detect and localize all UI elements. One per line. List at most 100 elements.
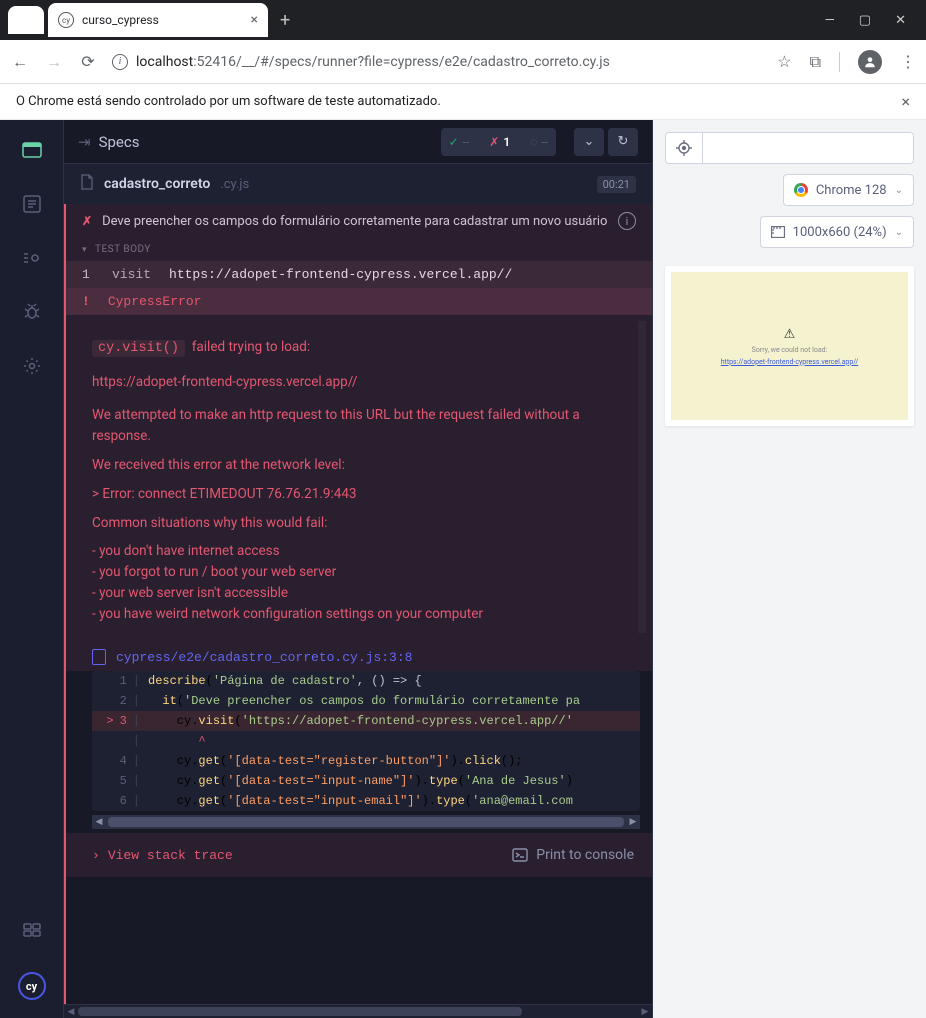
- tab-spacer: [8, 6, 44, 34]
- error-footer: › View stack trace Print to console: [66, 833, 652, 877]
- code-block: 1| describe('Página de cadastro', () => …: [92, 671, 640, 811]
- reporter-header: ⇥ Specs ✓-- ✗1 ◌-- ⌄ ↻: [64, 120, 652, 164]
- file-icon: [80, 174, 94, 194]
- aut-url-input[interactable]: [703, 132, 914, 164]
- close-window-button[interactable]: ✕: [895, 13, 906, 28]
- cmd-url: https://adopet-frontend-cypress.vercel.a…: [169, 267, 512, 282]
- code-hscrollbar[interactable]: ◀ ▶: [92, 815, 640, 829]
- chevron-right-icon: ›: [92, 848, 100, 863]
- code-line-caret: | ^: [92, 731, 640, 751]
- reporter-hscrollbar[interactable]: ◀ ▶: [64, 1004, 652, 1018]
- error-block: cy.visit() failed trying to load: https:…: [66, 315, 652, 639]
- command-row[interactable]: 1 visit https://adopet-frontend-cypress.…: [66, 261, 652, 288]
- err-p4: Common situations why this would fail:: [92, 513, 636, 534]
- address-bar[interactable]: i localhost:52416/__/#/specs/runner?file…: [112, 54, 763, 70]
- browser-toolbar: ← → ⟳ i localhost:52416/__/#/specs/runne…: [0, 40, 926, 84]
- err-b2: - you forgot to run / boot your web serv…: [92, 562, 636, 583]
- aut-error-link[interactable]: https://adopet-frontend-cypress.vercel.a…: [721, 358, 859, 366]
- toolbar-right: ☆ ⧉ ⋮: [777, 50, 916, 74]
- back-button[interactable]: ←: [10, 52, 30, 72]
- err-b3: - your web server isn't accessible: [92, 583, 636, 604]
- code-line-2: 2| it('Deve preencher os campos do formu…: [92, 691, 640, 711]
- sidebar-specs-icon[interactable]: [20, 138, 44, 162]
- window-controls: — ▢ ✕: [825, 13, 918, 28]
- cypress-favicon-icon: cy: [58, 12, 74, 28]
- code-line-6: 6| cy.get('[data-test="input-email"]').t…: [92, 791, 640, 811]
- err-b4: - you have weird network configuration s…: [92, 604, 636, 625]
- chevron-down-icon: ⌄: [895, 227, 903, 238]
- ruler-icon: [771, 226, 785, 238]
- help-icon[interactable]: i: [618, 212, 636, 230]
- maximize-button[interactable]: ▢: [859, 13, 871, 28]
- aut-panel: Chrome 128 ⌄ 1000x660 (24%) ⌄ ⚠ Sorry, w…: [653, 120, 926, 1018]
- err-line1: failed trying to load:: [192, 339, 310, 355]
- bookmark-icon[interactable]: ☆: [777, 52, 791, 71]
- scroll-thumb[interactable]: [78, 1007, 522, 1016]
- chrome-icon: [794, 183, 808, 197]
- aut-error-msg: Sorry, we could not load:: [752, 346, 828, 354]
- err-p2: We received this error at the network le…: [92, 455, 636, 476]
- view-stack-trace-button[interactable]: › View stack trace: [92, 848, 233, 863]
- aut-iframe: ⚠ Sorry, we could not load: https://adop…: [671, 272, 908, 420]
- cypress-logo-icon[interactable]: cy: [18, 972, 46, 1000]
- print-to-console-button[interactable]: Print to console: [512, 847, 634, 863]
- reporter-panel: ⇥ Specs ✓-- ✗1 ◌-- ⌄ ↻ cadastro_correto …: [64, 120, 653, 1018]
- aut-viewport: ⚠ Sorry, we could not load: https://adop…: [665, 266, 914, 426]
- spec-header[interactable]: cadastro_correto .cy.js 00:21: [64, 164, 652, 204]
- code-line-5: 5| cy.get('[data-test="input-name"]').ty…: [92, 771, 640, 791]
- browser-tab[interactable]: cy curso_cypress ×: [48, 3, 268, 37]
- code-line-1: 1| describe('Página de cadastro', () => …: [92, 671, 640, 691]
- reload-button[interactable]: ⟳: [78, 52, 98, 71]
- cmd-name: visit: [112, 267, 151, 282]
- error-row[interactable]: ! CypressError: [66, 288, 652, 315]
- scroll-right-icon[interactable]: ▶: [626, 815, 640, 829]
- viewport-label: 1000x660 (24%): [793, 225, 887, 240]
- new-tab-button[interactable]: +: [280, 10, 290, 31]
- scroll-thumb[interactable]: [108, 817, 624, 827]
- test-row[interactable]: ✗ Deve preencher os campos do formulário…: [66, 204, 652, 238]
- scroll-right-icon[interactable]: ▶: [638, 1005, 652, 1018]
- sidebar-debug-icon[interactable]: [20, 246, 44, 270]
- browser-label: Chrome 128: [816, 183, 887, 198]
- code-file-path: cypress/e2e/cadastro_correto.cy.js:3:8: [116, 650, 412, 665]
- profile-avatar-icon[interactable]: [858, 50, 882, 74]
- sidebar-settings-icon[interactable]: [20, 354, 44, 378]
- scroll-indicator[interactable]: [638, 321, 646, 633]
- warning-icon: ⚠: [784, 327, 796, 342]
- test-stats: ✓-- ✗1 ◌--: [441, 128, 556, 156]
- sidebar-bug-icon[interactable]: [20, 300, 44, 324]
- section-label[interactable]: ▾ TEST BODY: [66, 238, 652, 261]
- selector-playground-button[interactable]: [665, 132, 703, 164]
- minimize-button[interactable]: —: [825, 13, 835, 28]
- rerun-button[interactable]: ↻: [608, 128, 638, 156]
- toggle-autoscroll-button[interactable]: ⌄: [574, 128, 604, 156]
- sidebar-runs-icon[interactable]: [20, 192, 44, 216]
- banner-text: O Chrome está sendo controlado por um so…: [16, 94, 441, 109]
- code-file-icon: [92, 649, 106, 665]
- viewport-select[interactable]: 1000x660 (24%) ⌄: [760, 216, 914, 248]
- code-file-header[interactable]: cypress/e2e/cadastro_correto.cy.js:3:8: [66, 639, 652, 671]
- site-info-icon[interactable]: i: [112, 54, 128, 70]
- tab-strip: cy curso_cypress × + — ▢ ✕: [0, 0, 926, 40]
- specs-breadcrumb[interactable]: ⇥ Specs: [78, 133, 139, 151]
- browser-select[interactable]: Chrome 128 ⌄: [783, 174, 914, 206]
- tab-close-icon[interactable]: ×: [251, 12, 258, 28]
- scroll-left-icon[interactable]: ◀: [64, 1005, 78, 1018]
- spec-ext: .cy.js: [220, 177, 249, 192]
- section-text: TEST BODY: [95, 244, 151, 255]
- sidebar-keyboard-icon[interactable]: [20, 918, 44, 942]
- forward-button[interactable]: →: [44, 52, 64, 72]
- stat-failed: ✗1: [481, 128, 518, 156]
- scroll-left-icon[interactable]: ◀: [92, 815, 106, 829]
- chevron-down-icon: ⌄: [895, 185, 903, 196]
- menu-icon[interactable]: ⋮: [900, 52, 916, 71]
- url-port: :52416: [193, 54, 236, 70]
- banner-close-icon[interactable]: ×: [901, 92, 910, 111]
- spec-name: cadastro_correto: [104, 176, 210, 192]
- test-title: Deve preencher os campos do formulário c…: [102, 214, 608, 229]
- extensions-icon[interactable]: ⧉: [810, 52, 821, 72]
- tab-title: curso_cypress: [82, 13, 243, 27]
- automation-banner: O Chrome está sendo controlado por um so…: [0, 84, 926, 120]
- specs-label: Specs: [99, 133, 140, 151]
- cmd-num: 1: [82, 267, 94, 282]
